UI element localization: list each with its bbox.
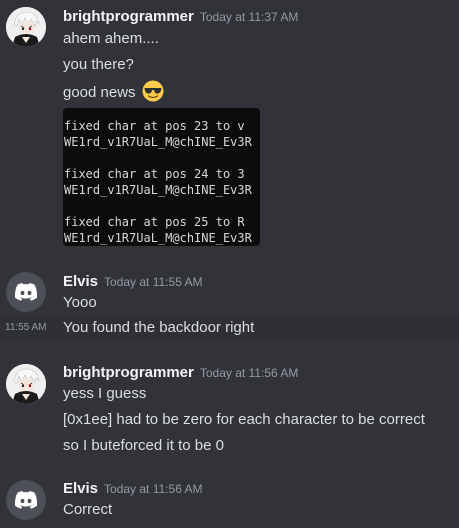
message-group: Elvis Today at 11:55 AM Yooo You found th… — [0, 270, 459, 340]
code-line: fixed char at pos 24 to 3 — [64, 167, 245, 181]
avatar[interactable] — [6, 364, 46, 404]
username[interactable]: Elvis — [63, 480, 98, 497]
timestamp: Today at 11:55 AM — [104, 275, 203, 289]
message-text: yess I guess — [63, 385, 147, 402]
timestamp: Today at 11:56 AM — [199, 366, 299, 380]
message-header: Elvis Today at 11:55 AM — [63, 272, 203, 292]
code-line: fixed char at pos 23 to v — [64, 119, 245, 133]
username[interactable]: brightprogrammer — [63, 8, 194, 25]
discord-logo-icon — [14, 491, 38, 509]
avatar[interactable] — [6, 272, 46, 312]
message-group: brightprogrammer Today at 11:37 AM ahem a… — [0, 0, 459, 250]
code-line: WE1rd_v1R7UaL_M@chINE_Ev3R — [64, 135, 252, 149]
code-line: fixed char at pos 25 to R — [64, 215, 245, 229]
discord-logo-icon — [14, 283, 38, 301]
message-header: Elvis Today at 11:56 AM — [63, 479, 203, 499]
message-text: you there? — [63, 56, 134, 73]
message-text: Correct — [63, 501, 113, 518]
timestamp: Today at 11:56 AM — [104, 482, 203, 496]
username[interactable]: Elvis — [63, 273, 98, 290]
code-line: WE1rd_v1R7UaL_M@chINE_Ev3R — [64, 183, 252, 197]
sunglasses-emoji-icon[interactable] — [142, 80, 164, 102]
avatar[interactable] — [6, 7, 46, 47]
message-text: [0x1ee] had to be zero for each characte… — [63, 411, 425, 428]
avatar[interactable] — [6, 480, 46, 520]
message-text: so I buteforced it to be 0 — [63, 437, 224, 454]
message-text: Yooo — [63, 294, 97, 311]
message-header: brightprogrammer Today at 11:56 AM — [63, 363, 298, 383]
message-group: Elvis Today at 11:56 AM Correct — [0, 479, 459, 528]
message-text: You found the backdoor right — [63, 319, 255, 336]
timestamp: Today at 11:37 AM — [199, 10, 299, 24]
code-block: fixed char at pos 23 to v WE1rd_v1R7UaL_… — [63, 108, 260, 246]
message-text: ahem ahem.... — [63, 30, 159, 47]
message-text: good news — [63, 84, 136, 101]
message-group: brightprogrammer Today at 11:56 AM yess I… — [0, 362, 459, 462]
code-line: WE1rd_v1R7UaL_M@chINE_Ev3R — [64, 231, 252, 245]
username[interactable]: brightprogrammer — [63, 364, 194, 381]
anime-avatar-icon — [6, 364, 46, 404]
anime-avatar-icon — [6, 7, 46, 47]
message-text-row: good news — [63, 80, 164, 104]
message-header: brightprogrammer Today at 11:37 AM — [63, 7, 298, 27]
